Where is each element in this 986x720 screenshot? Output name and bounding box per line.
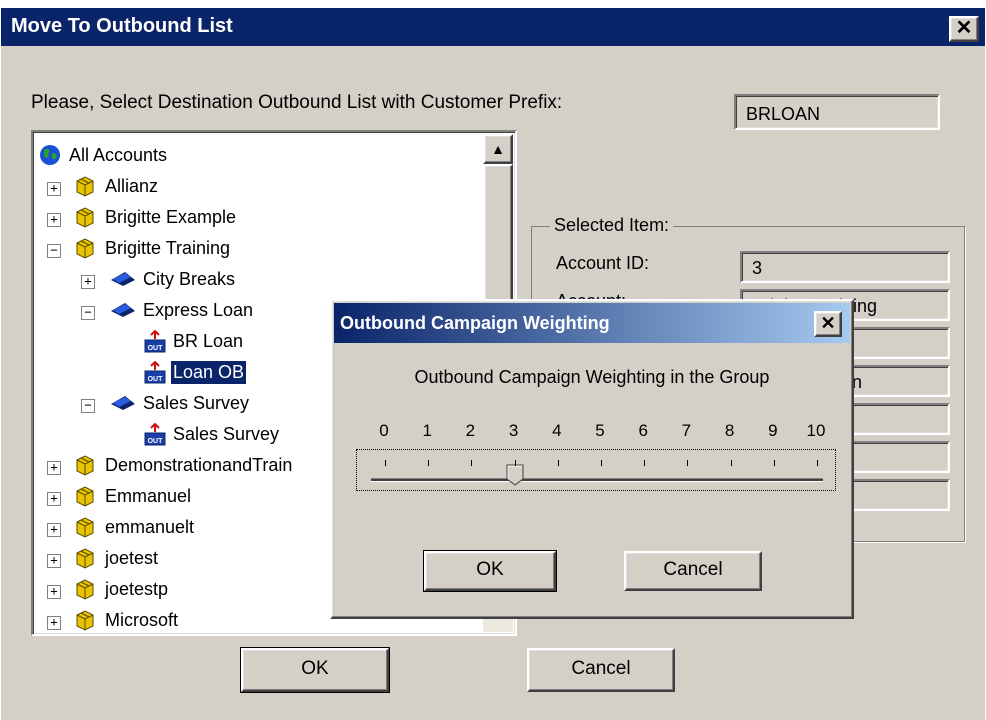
slider-tick-mark — [557, 460, 559, 466]
account-box-icon — [75, 609, 95, 634]
account-box-icon — [75, 175, 95, 202]
dialog-title: Outbound Campaign Weighting — [340, 313, 610, 333]
collapse-icon[interactable]: − — [47, 244, 61, 258]
slider-tick-mark — [687, 460, 689, 466]
slider-tick-label: 10 — [806, 421, 826, 440]
account-box-icon — [75, 578, 95, 605]
tree-node-label[interactable]: All Accounts — [67, 144, 169, 167]
close-button[interactable]: ✕ — [949, 16, 979, 42]
tree-node-label[interactable]: Brigitte Training — [103, 237, 232, 260]
expand-icon[interactable]: + — [47, 616, 61, 630]
slider-tick-mark — [730, 460, 732, 466]
tree-node-label[interactable]: City Breaks — [141, 268, 237, 291]
slider-tick-label: 7 — [681, 421, 692, 440]
expand-icon[interactable]: + — [47, 585, 61, 599]
customer-prefix-field: BRLOAN — [734, 94, 940, 130]
account-box-icon — [75, 547, 95, 574]
dialog-ok-button[interactable]: OK — [423, 550, 557, 592]
tree-node-label[interactable]: joetest — [103, 547, 160, 570]
expand-icon[interactable]: + — [47, 492, 61, 506]
slider-tick-label: 3 — [508, 421, 519, 440]
destination-prompt: Please, Select Destination Outbound List… — [31, 92, 563, 113]
expand-icon[interactable]: + — [47, 554, 61, 568]
tree-node[interactable]: − Brigitte Training — [33, 237, 473, 265]
selected-item-legend: Selected Item: — [550, 215, 674, 236]
up-arrow-icon: ▲ — [491, 141, 505, 157]
tree-node[interactable]: + Allianz — [33, 175, 473, 203]
tree-node-label[interactable]: Emmanuel — [103, 485, 193, 508]
slider-tick-label: 5 — [595, 421, 605, 440]
slider-tick-label: 9 — [768, 421, 778, 440]
outbound-list-icon: OUT — [143, 422, 167, 452]
slider-tick-label: 2 — [465, 421, 476, 440]
close-icon: ✕ — [820, 313, 836, 333]
slider-tick-mark — [385, 460, 386, 466]
campaign-icon — [109, 268, 137, 293]
weighting-dialog: Outbound Campaign Weighting ✕ Outbound C… — [330, 299, 854, 619]
ok-button[interactable]: OK — [240, 647, 390, 693]
account-box-icon — [75, 206, 95, 233]
globe-icon — [39, 144, 61, 171]
tree-node-label[interactable]: Loan OB — [169, 360, 248, 385]
slider-tick-label: 8 — [724, 421, 735, 440]
account-box-icon — [75, 485, 95, 512]
slider-tick-label: 1 — [422, 421, 432, 440]
svg-text:OUT: OUT — [148, 376, 164, 383]
slider-tick-label: 4 — [552, 421, 562, 440]
tree-node-label[interactable]: Allianz — [103, 175, 160, 198]
slider-track — [371, 478, 823, 482]
account-box-icon — [75, 516, 95, 543]
weighting-slider[interactable] — [356, 449, 836, 491]
tree-node-label[interactable]: Sales Survey — [171, 423, 281, 446]
expand-icon[interactable]: + — [81, 275, 95, 289]
dialog-cancel-button[interactable]: Cancel — [624, 551, 762, 591]
campaign-icon — [109, 392, 137, 417]
expand-icon[interactable]: + — [47, 523, 61, 537]
slider-tick-mark — [644, 460, 646, 466]
expand-icon[interactable]: + — [47, 213, 61, 227]
tree-node-label[interactable]: Express Loan — [141, 299, 255, 322]
cancel-button[interactable]: Cancel — [527, 648, 675, 692]
dialog-title-bar: Outbound Campaign Weighting ✕ — [334, 303, 850, 343]
tree-node-label[interactable]: DemonstrationandTrain — [103, 454, 294, 477]
outbound-list-icon: OUT — [143, 329, 167, 359]
slider-tick-labels: 0 1 2 3 4 5 6 7 8 9 10 — [332, 421, 856, 445]
slider-tick-mark — [428, 460, 430, 466]
weighting-prompt: Outbound Campaign Weighting in the Group — [414, 367, 770, 387]
field-label: Account ID: — [556, 253, 650, 273]
expand-icon[interactable]: + — [47, 461, 61, 475]
collapse-icon[interactable]: − — [81, 399, 95, 413]
title-bar: Move To Outbound List ✕ — [1, 8, 985, 46]
slider-tick-mark — [773, 460, 775, 466]
window-title: Move To Outbound List — [11, 15, 233, 37]
slider-tick-mark — [601, 460, 602, 466]
slider-thumb[interactable] — [506, 464, 524, 486]
svg-text:OUT: OUT — [148, 438, 164, 445]
tree-node-label[interactable]: BR Loan — [171, 330, 245, 353]
slider-tick-mark — [817, 460, 818, 466]
campaign-icon — [109, 299, 137, 324]
expand-icon[interactable]: + — [47, 182, 61, 196]
slider-tick-label: 0 — [379, 421, 389, 440]
slider-tick-mark — [514, 460, 516, 466]
slider-tick-mark — [471, 460, 473, 466]
tree-node-label[interactable]: joetestp — [103, 578, 170, 601]
slider-tick-label: 6 — [638, 421, 648, 440]
tree-node-label[interactable]: emmanuelt — [103, 516, 196, 539]
account-box-icon — [75, 454, 95, 481]
field-value: 3 — [740, 251, 950, 283]
scroll-up-button[interactable]: ▲ — [483, 134, 513, 164]
outbound-list-icon: OUT — [143, 360, 167, 390]
tree-node-label[interactable]: Brigitte Example — [103, 206, 238, 229]
svg-text:OUT: OUT — [148, 345, 164, 352]
close-icon: ✕ — [955, 17, 973, 39]
tree-node-label[interactable]: Microsoft — [103, 609, 180, 632]
collapse-icon[interactable]: − — [81, 306, 95, 320]
tree-node-label[interactable]: Sales Survey — [141, 392, 251, 415]
account-box-icon — [75, 237, 95, 264]
tree-node[interactable]: All Accounts — [33, 144, 473, 172]
tree-node[interactable]: + City Breaks — [33, 268, 473, 296]
dialog-close-button[interactable]: ✕ — [814, 311, 842, 337]
tree-node[interactable]: + Brigitte Example — [33, 206, 473, 234]
